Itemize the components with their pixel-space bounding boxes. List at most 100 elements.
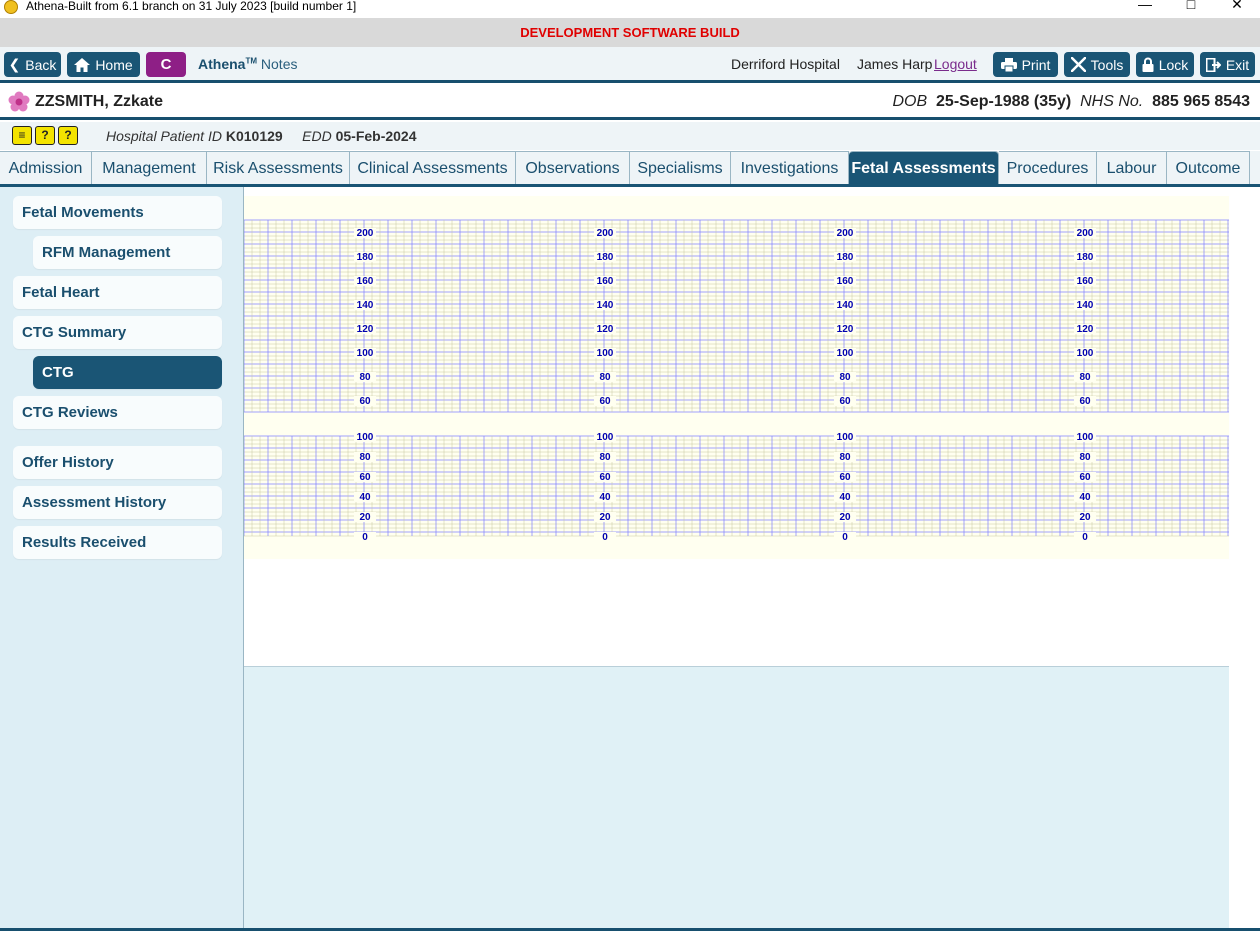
sidebar-item-results-received[interactable]: Results Received [13, 526, 222, 559]
tools-button[interactable]: Tools [1064, 52, 1130, 77]
alert-question-icon-2[interactable]: ? [58, 126, 78, 145]
fhr-tick-label: 100 [357, 348, 374, 359]
dob-label: DOB [892, 93, 928, 110]
sidebar-item-rfm-management[interactable]: RFM Management [33, 236, 222, 269]
back-button-label: Back [25, 56, 57, 73]
hospital-id-label: Hospital Patient ID [106, 128, 222, 144]
lock-button[interactable]: Lock [1136, 52, 1194, 77]
tab-management[interactable]: Management [92, 151, 207, 185]
patient-name: ZZSMITH, Zzkate [35, 93, 164, 110]
fhr-tick-label: 160 [357, 276, 374, 287]
toco-tick-label: 40 [839, 492, 851, 503]
toco-tick-label: 40 [1079, 492, 1091, 503]
tab-labour[interactable]: Labour [1097, 151, 1167, 185]
window-title: Athena-Built from 6.1 branch on 31 July … [26, 0, 357, 13]
edd-label: EDD [302, 128, 332, 144]
fhr-tick-label: 120 [1077, 324, 1094, 335]
user-name: James Harp [857, 56, 933, 72]
close-icon[interactable]: ✕ [1214, 0, 1260, 14]
fhr-grid [243, 219, 1229, 413]
edd-value: 05-Feb-2024 [335, 128, 417, 144]
tab-admission[interactable]: Admission [0, 151, 92, 185]
ctg-details-panel [244, 666, 1229, 928]
toco-tick-label: 40 [599, 492, 611, 503]
flower-icon [8, 91, 30, 112]
toco-tick-label: 100 [597, 432, 614, 443]
tools-button-label: Tools [1090, 56, 1124, 73]
toco-tick-label: 0 [362, 532, 368, 543]
minimize-icon[interactable]: — [1122, 0, 1168, 14]
nhs-label: NHS No. [1080, 93, 1144, 110]
chevron-left-icon: ❮ [8, 56, 21, 72]
tab-fetal-assessments[interactable]: Fetal Assessments [849, 151, 999, 185]
patient-banner: ZZSMITH, Zzkate DOB 25-Sep-1988 (35y) NH… [0, 86, 1260, 120]
exit-button-label: Exit [1225, 56, 1250, 73]
sidebar-item-ctg[interactable]: CTG [33, 356, 222, 389]
fhr-tick-label: 200 [837, 228, 854, 239]
tab-clinical-assessments[interactable]: Clinical Assessments [350, 151, 516, 185]
printer-icon [1000, 57, 1017, 72]
patient-alerts-row: ≡ ? ? Hospital Patient ID K010129 EDD 05… [0, 122, 1260, 150]
tab-observations[interactable]: Observations [516, 151, 630, 185]
content-scrollbar[interactable] [1229, 196, 1251, 928]
fhr-tick-label: 200 [597, 228, 614, 239]
window-titlebar: Athena-Built from 6.1 branch on 31 July … [0, 0, 1260, 18]
print-button-label: Print [1021, 56, 1051, 73]
fhr-tick-label: 100 [1077, 348, 1094, 359]
sidebar-item-fetal-movements[interactable]: Fetal Movements [13, 196, 222, 229]
sidebar-item-ctg-summary[interactable]: CTG Summary [13, 316, 222, 349]
tab-outcome[interactable]: Outcome [1167, 151, 1250, 185]
hospital-name: Derriford Hospital [731, 56, 840, 72]
tab-risk-assessments[interactable]: Risk Assessments [207, 151, 350, 185]
tab-investigations[interactable]: Investigations [731, 151, 849, 185]
toco-tick-label: 0 [842, 532, 848, 543]
sidebar-item-assessment-history[interactable]: Assessment History [13, 486, 222, 519]
toco-tick-label: 100 [357, 432, 374, 443]
toco-tick-label: 20 [359, 512, 371, 523]
alert-list-icon[interactable]: ≡ [12, 126, 32, 145]
exit-button[interactable]: Exit [1200, 52, 1255, 77]
status-bar [0, 928, 1260, 940]
fhr-tick-label: 80 [1079, 372, 1091, 383]
c-button[interactable]: C [146, 52, 186, 77]
fhr-tick-label: 160 [597, 276, 614, 287]
back-button[interactable]: ❮ Back [4, 52, 61, 77]
fhr-tick-label: 140 [597, 300, 614, 311]
alert-question-icon[interactable]: ? [35, 126, 55, 145]
sidebar-item-offer-history[interactable]: Offer History [13, 446, 222, 479]
ctg-trace-panel[interactable]: 200 180 160 140 120 100 80 60 100 80 60 40 20 0 200 180… [243, 196, 1229, 559]
toco-tick-label: 0 [1082, 532, 1088, 543]
maximize-icon[interactable]: □ [1168, 0, 1214, 14]
fhr-tick-label: 200 [357, 228, 374, 239]
fhr-tick-label: 180 [837, 252, 854, 263]
dev-build-banner: DEVELOPMENT SOFTWARE BUILD [0, 18, 1260, 47]
brand-tm: TM [245, 56, 258, 66]
patient-identifiers: DOB 25-Sep-1988 (35y) NHS No. 885 965 85… [892, 93, 1250, 111]
main-toolbar: ❮ Back Home C AthenaTM Notes Derriford H… [0, 47, 1260, 83]
print-button[interactable]: Print [993, 52, 1058, 77]
fhr-tick-label: 60 [599, 396, 611, 407]
toco-tick-label: 100 [837, 432, 854, 443]
fhr-tick-label: 180 [1077, 252, 1094, 263]
home-button[interactable]: Home [67, 52, 140, 77]
fhr-tick-label: 200 [1077, 228, 1094, 239]
fhr-tick-label: 60 [359, 396, 371, 407]
fhr-tick-label: 100 [837, 348, 854, 359]
app-icon [4, 0, 18, 14]
sidebar-item-ctg-reviews[interactable]: CTG Reviews [13, 396, 222, 429]
toco-tick-label: 80 [359, 452, 371, 463]
sidebar-item-fetal-heart[interactable]: Fetal Heart [13, 276, 222, 309]
toco-tick-label: 0 [602, 532, 608, 543]
logout-link[interactable]: Logout [934, 56, 977, 72]
fhr-tick-label: 120 [357, 324, 374, 335]
tab-procedures[interactable]: Procedures [999, 151, 1097, 185]
sidebar: Fetal Movements RFM Management Fetal Hea… [0, 187, 243, 928]
brand-name: Athena [198, 56, 246, 72]
fhr-tick-label: 140 [837, 300, 854, 311]
lock-button-label: Lock [1158, 56, 1189, 73]
toco-tick-label: 60 [359, 472, 371, 483]
fhr-tick-label: 60 [839, 396, 851, 407]
tab-specialisms[interactable]: Specialisms [630, 151, 731, 185]
dob-value: 25-Sep-1988 (35y) [936, 93, 1072, 110]
fhr-tick-label: 180 [357, 252, 374, 263]
